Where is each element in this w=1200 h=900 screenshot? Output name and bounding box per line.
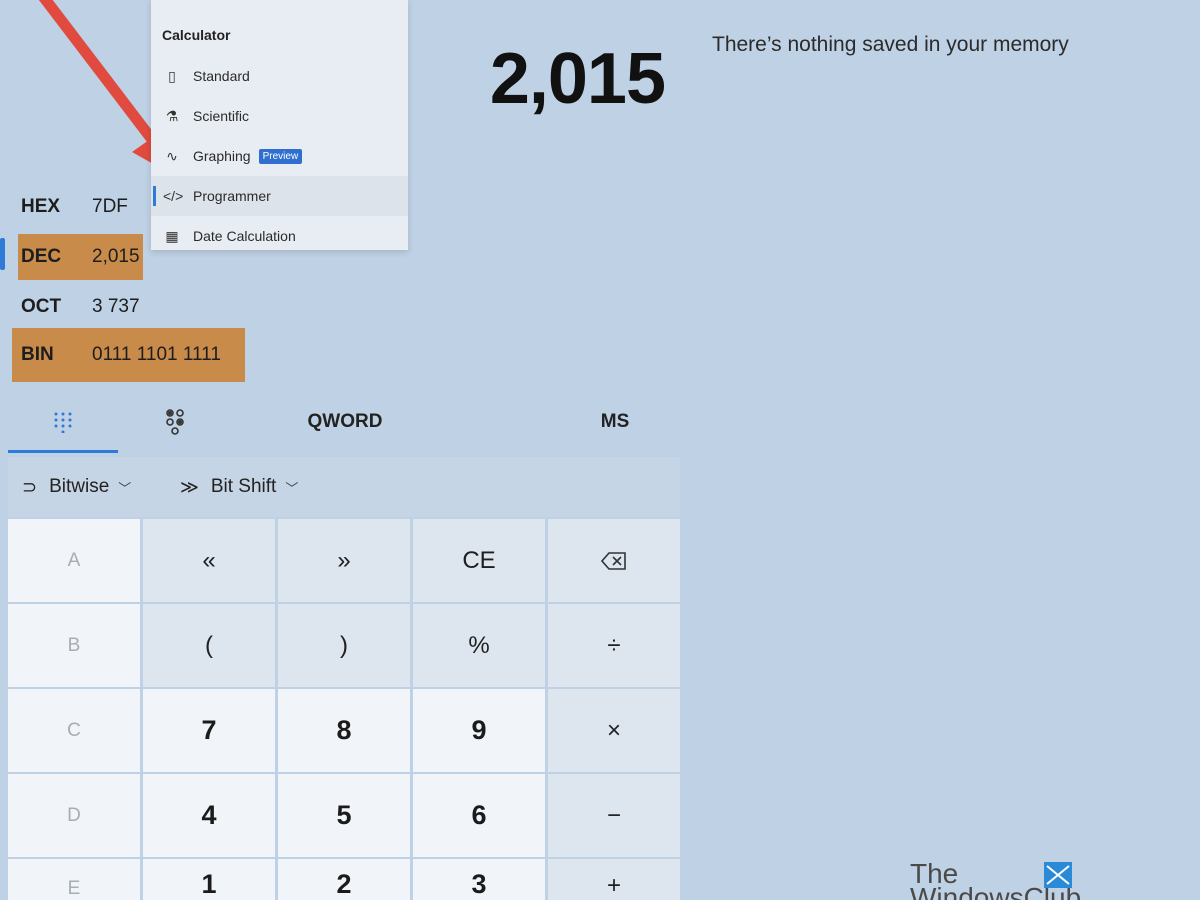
dec-selected-indicator [0, 238, 5, 270]
key-1[interactable]: 1 [143, 859, 275, 900]
bit-shift-icon: ≫ [180, 476, 199, 497]
nav-item-label: Graphing [193, 148, 251, 164]
bitshift-label: Bit Shift [210, 476, 277, 497]
key-b[interactable]: B [8, 604, 140, 687]
radix-row-bin[interactable]: BIN 0111 1101 1111 [12, 328, 245, 382]
tab-active-underline [8, 450, 118, 453]
radix-label: OCT [21, 296, 62, 317]
memory-empty-message: There’s nothing saved in your memory [712, 33, 1069, 56]
operator-toolbar: ⊃ Bitwise ﹀ ≫ Bit Shift ﹀ [8, 457, 680, 517]
key-subtract[interactable]: − [548, 774, 680, 857]
radix-row-dec[interactable]: DEC 2,015 [18, 234, 143, 280]
graph-icon: ∿ [166, 147, 178, 164]
radix-label: DEC [21, 246, 62, 267]
bitwise-dropdown[interactable]: ⊃ Bitwise ﹀ [22, 457, 131, 517]
radix-label: BIN [21, 344, 54, 365]
radix-value: 3 737 [92, 296, 140, 317]
radix-value: 7DF [92, 196, 128, 217]
keypad-grid-icon [54, 412, 72, 433]
nav-item-label: Standard [193, 68, 250, 84]
nav-item-programmer[interactable]: </> Programmer [151, 176, 408, 216]
nav-item-label: Date Calculation [193, 228, 296, 244]
calendar-icon: ▦ [165, 227, 179, 244]
nav-item-standard[interactable]: ▯ Standard [151, 56, 408, 96]
nav-title: Calculator [162, 27, 231, 43]
flask-icon: ⚗ [165, 107, 179, 124]
word-size-button[interactable]: QWORD [285, 400, 405, 444]
key-4[interactable]: 4 [143, 774, 275, 857]
navigation-menu: Calculator ▯ Standard ⚗ Scientific ∿ Gra… [151, 0, 408, 250]
key-open-paren[interactable]: ( [143, 604, 275, 687]
memory-store-button[interactable]: MS [580, 400, 650, 444]
bitwise-label: Bitwise [49, 476, 110, 497]
key-8[interactable]: 8 [278, 689, 410, 772]
radix-label: HEX [21, 196, 61, 217]
code-icon: </> [163, 188, 184, 204]
key-e[interactable]: E [8, 859, 140, 900]
key-add[interactable]: + [548, 859, 680, 900]
key-shift-right[interactable]: » [278, 519, 410, 602]
key-clear-entry[interactable]: CE [413, 519, 545, 602]
key-9[interactable]: 9 [413, 689, 545, 772]
radix-row-hex[interactable]: HEX 7DF [12, 184, 142, 230]
key-d[interactable]: D [8, 774, 140, 857]
key-close-paren[interactable]: ) [278, 604, 410, 687]
tab-full-keypad[interactable] [8, 400, 118, 444]
key-c[interactable]: C [8, 689, 140, 772]
key-backspace[interactable] [548, 519, 680, 602]
chevron-down-icon: ﹀ [118, 480, 132, 496]
radix-row-oct[interactable]: OCT 3 737 [12, 284, 152, 330]
radix-value: 0111 1101 1111 [92, 344, 221, 365]
key-a[interactable]: A [8, 519, 140, 602]
windows-logo-icon [1044, 862, 1072, 888]
watermark: The WindowsClub [910, 858, 1080, 900]
key-5[interactable]: 5 [278, 774, 410, 857]
key-multiply[interactable]: × [548, 689, 680, 772]
key-shift-left[interactable]: « [143, 519, 275, 602]
key-percent[interactable]: % [413, 604, 545, 687]
backspace-icon [601, 551, 626, 570]
standard-icon: ▯ [168, 67, 176, 84]
bit-toggle-icon [166, 409, 184, 435]
nav-item-graphing[interactable]: ∿ Graphing Preview [151, 136, 408, 176]
nav-item-label: Programmer [193, 188, 271, 204]
key-6[interactable]: 6 [413, 774, 545, 857]
key-2[interactable]: 2 [278, 859, 410, 900]
tab-bit-toggling-keypad[interactable] [140, 400, 210, 444]
bitshift-dropdown[interactable]: ≫ Bit Shift ﹀ [180, 457, 298, 517]
key-divide[interactable]: ÷ [548, 604, 680, 687]
nav-item-label: Scientific [193, 108, 250, 124]
key-7[interactable]: 7 [143, 689, 275, 772]
logic-gate-icon: ⊃ [22, 476, 38, 497]
radix-value: 2,015 [92, 246, 140, 267]
key-3[interactable]: 3 [413, 859, 545, 900]
preview-badge: Preview [258, 148, 303, 164]
result-display: 2,015 [489, 39, 666, 119]
chevron-down-icon: ﹀ [285, 480, 299, 496]
nav-item-scientific[interactable]: ⚗ Scientific [151, 96, 408, 136]
nav-item-date-calculation[interactable]: ▦ Date Calculation [151, 216, 408, 256]
